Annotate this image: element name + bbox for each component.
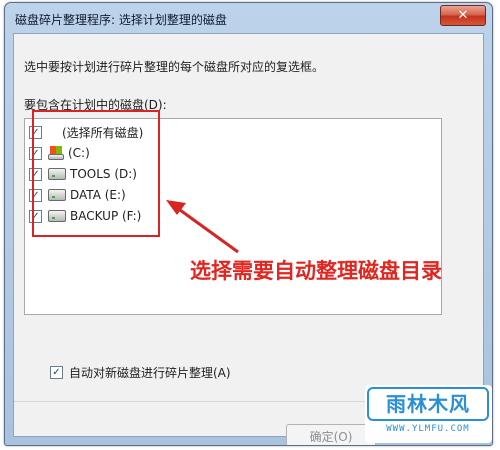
annotation-arrow bbox=[166, 200, 239, 254]
watermark-url: WWW.YLMFU.COM bbox=[386, 424, 470, 434]
watermark-title: 雨林木风 bbox=[367, 387, 489, 421]
annotation-caption: 选择需要自动整理磁盘目录 bbox=[190, 259, 442, 283]
site-watermark-logo: 雨林木风 WWW.YLMFU.COM bbox=[365, 385, 492, 443]
